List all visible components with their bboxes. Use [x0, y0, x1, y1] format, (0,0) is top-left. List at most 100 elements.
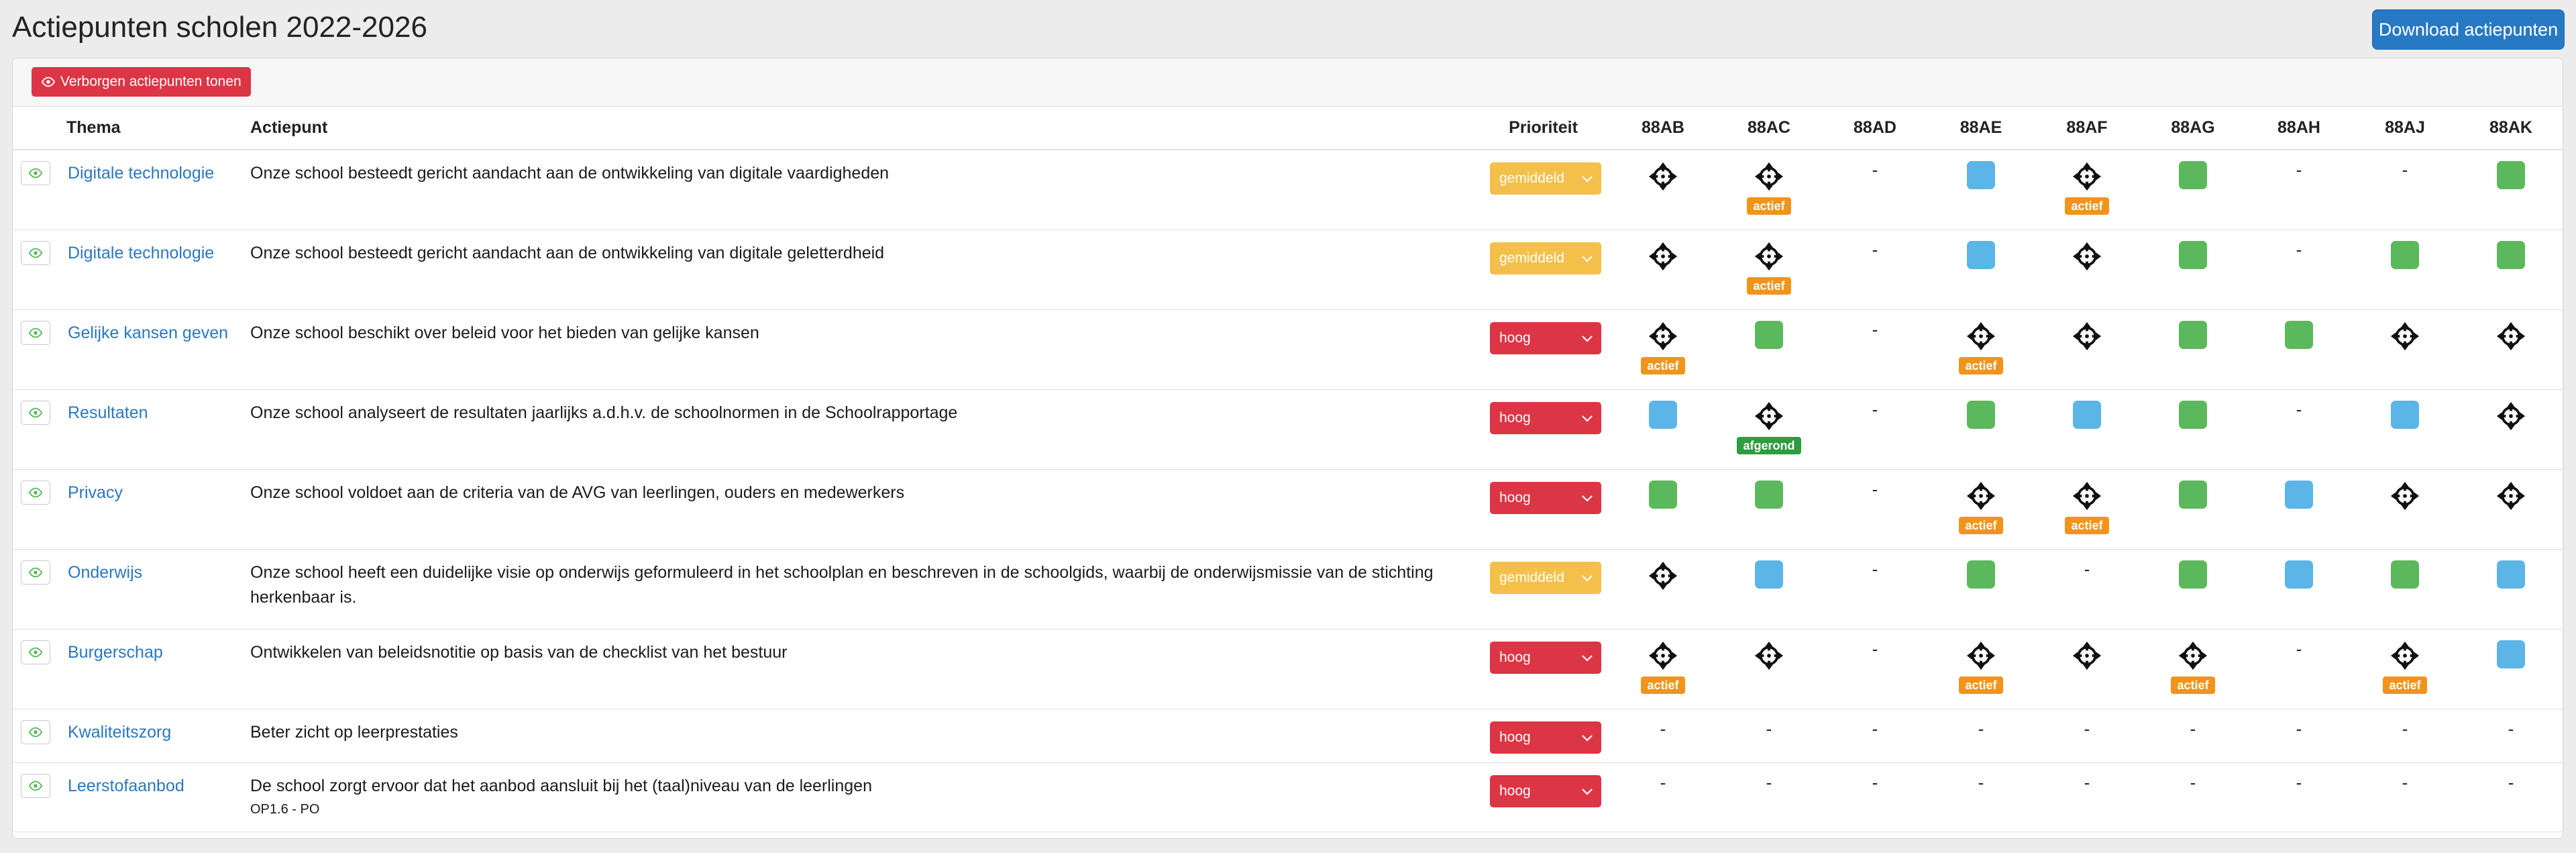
toggle-visibility-button[interactable]: [21, 560, 50, 585]
thema-link[interactable]: Privacy: [68, 483, 123, 502]
toggle-visibility-button[interactable]: [21, 320, 50, 345]
thema-link[interactable]: Leerstofaanbod: [68, 776, 184, 795]
prioriteit-select[interactable]: gemiddeld: [1490, 242, 1601, 274]
school-status-cell[interactable]: [1928, 150, 2034, 230]
toggle-visibility-button[interactable]: [21, 640, 50, 664]
toggle-visibility-button[interactable]: [21, 719, 50, 744]
school-status-cell[interactable]: [2140, 150, 2246, 230]
school-status-cell[interactable]: [2458, 469, 2563, 550]
school-status-cell[interactable]: actief: [1928, 629, 2034, 709]
school-status-cell[interactable]: actief: [1610, 629, 1716, 709]
school-status-cell[interactable]: [2458, 629, 2563, 709]
school-status-cell[interactable]: [2140, 469, 2246, 550]
toggle-visibility-button[interactable]: [21, 773, 50, 798]
school-status-cell[interactable]: [1610, 389, 1716, 470]
school-status-cell[interactable]: actief: [1716, 150, 1822, 230]
status-square-green[interactable]: [2285, 320, 2313, 349]
status-square-green[interactable]: [2179, 320, 2207, 349]
thema-link[interactable]: Digitale technologie: [68, 164, 214, 183]
school-status-cell[interactable]: [2352, 230, 2458, 310]
school-status-cell[interactable]: [1928, 549, 2034, 630]
status-square-green[interactable]: [2179, 240, 2207, 269]
school-status-cell[interactable]: [2458, 150, 2563, 230]
school-status-cell[interactable]: [1610, 150, 1716, 230]
school-status-cell[interactable]: [2140, 230, 2246, 310]
thema-link[interactable]: Onderwijs: [68, 563, 142, 582]
school-status-cell[interactable]: [1716, 309, 1822, 390]
prioriteit-select[interactable]: hoog: [1490, 774, 1601, 807]
school-status-cell[interactable]: actief: [2034, 150, 2140, 230]
status-square-blue[interactable]: [1967, 240, 1995, 269]
school-status-cell[interactable]: [1716, 469, 1822, 550]
status-square-blue[interactable]: [1967, 161, 1995, 189]
status-square-green[interactable]: [1649, 480, 1677, 509]
thema-link[interactable]: Burgerschap: [68, 643, 163, 662]
school-status-cell[interactable]: [2352, 309, 2458, 390]
school-status-cell[interactable]: [1928, 389, 2034, 470]
school-status-cell[interactable]: actief: [2140, 629, 2246, 709]
school-status-cell[interactable]: actief: [1610, 309, 1716, 390]
school-status-cell[interactable]: [2246, 469, 2352, 550]
school-status-cell[interactable]: [2458, 230, 2563, 310]
show-hidden-actiepunten-button[interactable]: Verborgen actiepunten tonen: [32, 67, 251, 97]
school-status-cell[interactable]: [1716, 629, 1822, 709]
prioriteit-select[interactable]: hoog: [1490, 641, 1601, 674]
prioriteit-select[interactable]: hoog: [1490, 721, 1601, 754]
school-status-cell[interactable]: [2034, 309, 2140, 390]
school-status-cell[interactable]: [2458, 549, 2563, 630]
prioriteit-select[interactable]: hoog: [1490, 401, 1601, 434]
status-square-green[interactable]: [1967, 400, 1995, 429]
school-status-cell[interactable]: actief: [2352, 629, 2458, 709]
school-status-cell[interactable]: [2034, 389, 2140, 470]
status-square-green[interactable]: [1755, 320, 1783, 349]
toggle-visibility-button[interactable]: [21, 480, 50, 505]
school-status-cell[interactable]: actief: [2034, 469, 2140, 550]
school-status-cell[interactable]: [2140, 389, 2246, 470]
school-status-cell[interactable]: [2246, 549, 2352, 630]
status-square-green[interactable]: [2179, 161, 2207, 189]
prioriteit-select[interactable]: hoog: [1490, 481, 1601, 514]
prioriteit-select[interactable]: gemiddeld: [1490, 561, 1601, 594]
school-status-cell[interactable]: [1610, 230, 1716, 310]
school-status-cell[interactable]: [2246, 309, 2352, 390]
status-square-green[interactable]: [2179, 480, 2207, 509]
status-square-green[interactable]: [2497, 161, 2525, 189]
toggle-visibility-button[interactable]: [21, 161, 50, 185]
school-status-cell[interactable]: [2458, 389, 2563, 470]
thema-link[interactable]: Kwaliteitszorg: [68, 723, 171, 742]
status-square-green[interactable]: [1967, 560, 1995, 589]
status-square-green[interactable]: [2391, 560, 2419, 589]
status-square-blue[interactable]: [2497, 640, 2525, 668]
status-square-blue[interactable]: [2285, 560, 2313, 589]
school-status-cell[interactable]: [2034, 230, 2140, 310]
school-status-cell[interactable]: actief: [1928, 469, 2034, 550]
status-square-blue[interactable]: [1649, 400, 1677, 429]
prioriteit-select[interactable]: gemiddeld: [1490, 162, 1601, 195]
download-actiepunten-button[interactable]: Download actiepunten: [2372, 9, 2565, 50]
school-status-cell[interactable]: [1610, 549, 1716, 630]
thema-link[interactable]: Resultaten: [68, 403, 148, 422]
status-square-blue[interactable]: [2391, 400, 2419, 429]
status-square-blue[interactable]: [1755, 560, 1783, 589]
school-status-cell[interactable]: [2458, 309, 2563, 390]
school-status-cell[interactable]: [2352, 389, 2458, 470]
toggle-visibility-button[interactable]: [21, 240, 50, 265]
school-status-cell[interactable]: afgerond: [1716, 389, 1822, 470]
school-status-cell[interactable]: [2034, 629, 2140, 709]
status-square-green[interactable]: [2391, 240, 2419, 269]
status-square-blue[interactable]: [2285, 480, 2313, 509]
school-status-cell[interactable]: [2352, 469, 2458, 550]
school-status-cell[interactable]: actief: [1928, 309, 2034, 390]
toggle-visibility-button[interactable]: [21, 400, 50, 425]
status-square-green[interactable]: [2179, 400, 2207, 429]
status-square-blue[interactable]: [2497, 560, 2525, 589]
prioriteit-select[interactable]: hoog: [1490, 321, 1601, 354]
thema-link[interactable]: Gelijke kansen geven: [68, 323, 228, 342]
school-status-cell[interactable]: [1928, 230, 2034, 310]
school-status-cell[interactable]: [2352, 549, 2458, 630]
school-status-cell[interactable]: [2140, 549, 2246, 630]
status-square-green[interactable]: [2179, 560, 2207, 589]
school-status-cell[interactable]: [1716, 549, 1822, 630]
thema-link[interactable]: Digitale technologie: [68, 244, 214, 262]
status-square-blue[interactable]: [2073, 400, 2101, 429]
